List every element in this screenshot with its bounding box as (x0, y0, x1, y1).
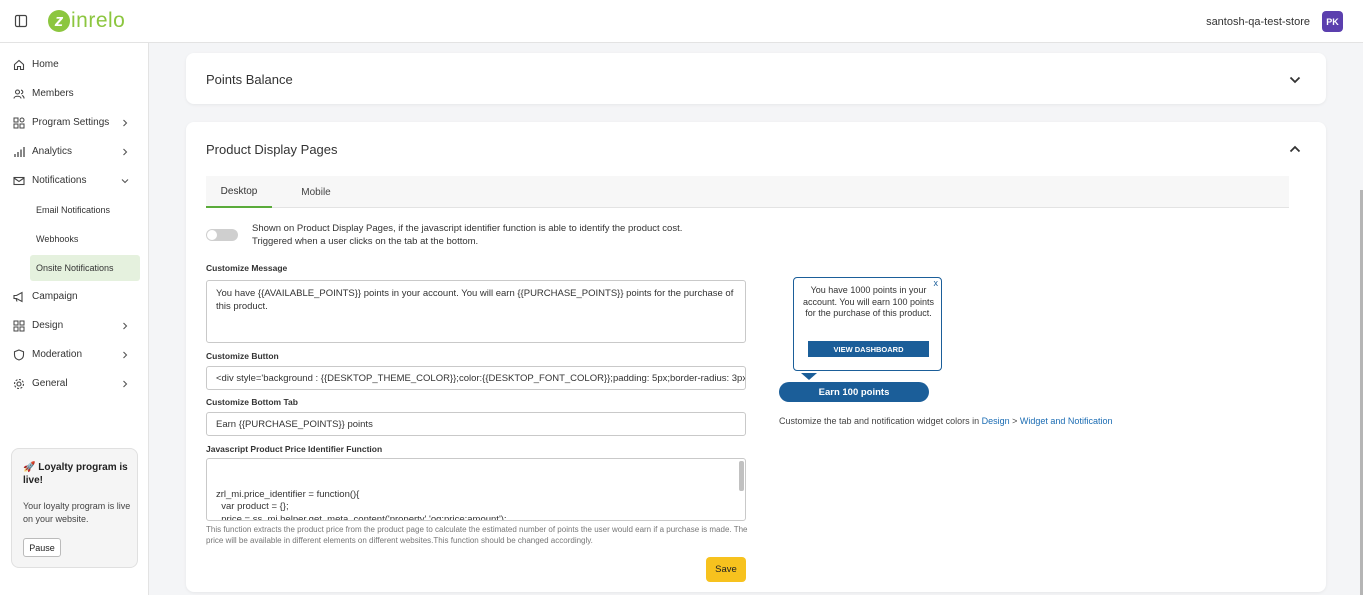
home-icon (13, 59, 25, 71)
chevron-right-icon (123, 351, 128, 359)
sidebar-item-design[interactable]: Design (0, 313, 149, 339)
toggle-description-line1: Shown on Product Display Pages, if the j… (252, 223, 683, 234)
chevron-up-icon[interactable] (1288, 142, 1302, 156)
sidebar-subitem-label: Email Notifications (36, 205, 111, 215)
preview-notification-popup: x You have 1000 points in your account. … (793, 277, 942, 371)
zinrelo-logo[interactable]: z inrelo (48, 6, 125, 36)
sidebar-subitem-email-notifications[interactable]: Email Notifications (30, 197, 140, 223)
sidebar-item-moderation[interactable]: Moderation (0, 342, 149, 368)
preview-message: You have 1000 points in your account. Yo… (802, 285, 935, 318)
sidebar-toggle-icon[interactable] (14, 14, 28, 28)
sidebar-item-label: Members (32, 88, 74, 99)
sidebar-item-label: Program Settings (32, 117, 110, 128)
popup-pointer (801, 373, 817, 380)
customize-message-field[interactable]: You have {{AVAILABLE_POINTS}} points in … (206, 280, 746, 343)
mail-icon (13, 176, 25, 186)
tab-desktop[interactable]: Desktop (206, 176, 272, 208)
chevron-right-icon (123, 322, 128, 330)
js-function-code: zrl_mi.price_identifier = function(){ va… (216, 488, 507, 521)
chevron-right-icon (123, 119, 128, 127)
sidebar-item-program-settings[interactable]: Program Settings (0, 110, 149, 136)
pdp-enable-toggle[interactable] (206, 229, 238, 241)
toggle-description: Shown on Product Display Pages, if the j… (252, 222, 852, 248)
tab-mobile[interactable]: Mobile (286, 176, 346, 208)
sidebar-item-home[interactable]: Home (0, 52, 149, 78)
logo-z-mark: z (48, 10, 70, 32)
customize-button-label: Customize Button (206, 351, 279, 361)
customize-message-label: Customize Message (206, 263, 288, 273)
sidebar-subitem-label: Onsite Notifications (36, 263, 114, 273)
members-icon (13, 89, 25, 99)
sidebar-item-campaign[interactable]: Campaign (0, 284, 149, 310)
program-settings-icon (13, 117, 25, 129)
note-prefix: Customize the tab and notification widge… (779, 416, 982, 426)
analytics-icon (14, 147, 25, 157)
view-dashboard-button[interactable]: VIEW DASHBOARD (808, 341, 929, 357)
customize-bottom-tab-label: Customize Bottom Tab (206, 397, 298, 407)
store-name[interactable]: santosh-qa-test-store (1206, 16, 1310, 28)
live-card-title: 🚀 Loyalty program is live! (23, 462, 128, 486)
points-balance-title: Points Balance (206, 72, 293, 87)
sidebar-subitem-onsite-notifications[interactable]: Onsite Notifications (30, 255, 140, 281)
js-function-field[interactable]: zrl_mi.price_identifier = function(){ va… (206, 458, 746, 521)
js-function-helper-text: This function extracts the product price… (206, 525, 748, 545)
shield-icon (13, 349, 25, 361)
widget-and-notification-link[interactable]: Widget and Notification (1020, 416, 1113, 426)
pause-button[interactable]: Pause (23, 538, 61, 557)
sidebar-item-members[interactable]: Members (0, 81, 149, 107)
product-display-pages-card: Product Display Pages Desktop Mobile Sho… (186, 122, 1326, 592)
toggle-description-line2: Triggered when a user clicks on the tab … (252, 236, 479, 247)
sidebar-item-label: Home (32, 59, 59, 70)
sidebar-item-notifications[interactable]: Notifications (0, 168, 149, 194)
sidebar-item-label: Design (32, 320, 64, 331)
device-tabs: Desktop Mobile (206, 176, 1289, 208)
logo-wordmark: inrelo (71, 9, 126, 32)
sidebar: Home Members Program Settings Analytics … (0, 43, 149, 595)
top-bar: z inrelo santosh-qa-test-store PK (0, 0, 1363, 43)
sidebar-item-label: Moderation (32, 349, 83, 360)
design-link[interactable]: Design (982, 416, 1010, 426)
sidebar-item-analytics[interactable]: Analytics (0, 139, 149, 165)
points-balance-card[interactable]: Points Balance (186, 53, 1326, 104)
loyalty-live-card: 🚀 Loyalty program is live! Your loyalty … (11, 448, 138, 568)
code-scrollbar[interactable] (739, 461, 744, 491)
sidebar-subitem-webhooks[interactable]: Webhooks (30, 226, 140, 252)
avatar[interactable]: PK (1322, 11, 1343, 32)
chevron-down-icon[interactable] (1288, 73, 1302, 87)
design-icon (13, 320, 25, 332)
live-card-description: Your loyalty program is live on your web… (23, 501, 131, 524)
sidebar-item-label: Analytics (32, 146, 73, 157)
js-function-label: Javascript Product Price Identifier Func… (206, 444, 383, 454)
product-display-pages-title: Product Display Pages (206, 142, 338, 157)
sidebar-item-label: General (32, 378, 68, 389)
note-separator: > (1009, 416, 1020, 426)
gear-icon (13, 378, 25, 390)
megaphone-icon (13, 291, 23, 303)
chevron-right-icon (123, 380, 128, 388)
sidebar-item-label: Campaign (32, 291, 78, 302)
sidebar-item-label: Notifications (32, 175, 87, 186)
customize-colors-note: Customize the tab and notification widge… (779, 416, 1112, 426)
chevron-right-icon (123, 148, 128, 156)
sidebar-item-general[interactable]: General (0, 371, 149, 397)
save-button[interactable]: Save (706, 557, 746, 582)
sidebar-subitem-label: Webhooks (36, 234, 79, 244)
customize-bottom-tab-field[interactable]: Earn {{PURCHASE_POINTS}} points (206, 412, 746, 436)
customize-button-field[interactable]: <div style='background : {{DESKTOP_THEME… (206, 366, 746, 390)
chevron-down-icon (121, 179, 129, 184)
earn-points-tab[interactable]: Earn 100 points (779, 382, 929, 402)
